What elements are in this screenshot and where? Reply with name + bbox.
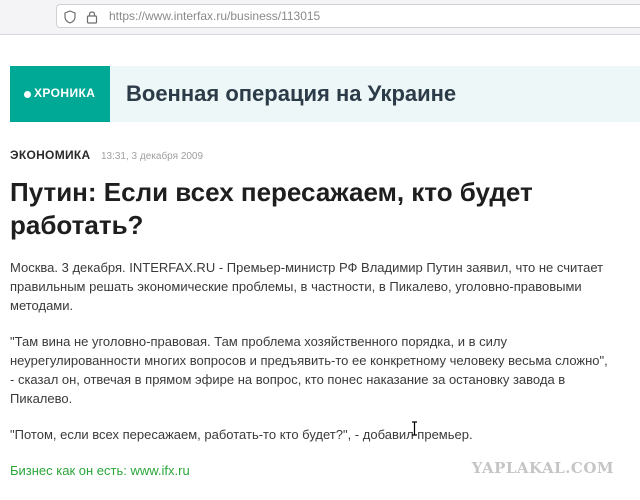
browser-toolbar: https://www.interfax.ru/business/113015 (0, 0, 640, 35)
article-body: Москва. 3 декабря. INTERFAX.RU - Премьер… (10, 258, 610, 480)
chronicle-tag[interactable]: ХРОНИКА (10, 66, 110, 122)
watermark-logo: YAPLAKAL.COM (471, 459, 614, 477)
text-cursor-icon (412, 421, 417, 436)
article-paragraph: "Там вина не уголовно-правовая. Там проб… (10, 334, 608, 406)
article-paragraph: "Потом, если всех пересажаем, работать-т… (10, 427, 473, 442)
shield-icon[interactable] (63, 10, 77, 24)
article-headline: Путин: Если всех пересажаем, кто будет р… (10, 177, 533, 240)
article-date: 13:31, 3 декабря 2009 (100, 151, 204, 162)
live-dot-icon (24, 91, 31, 98)
url-text[interactable]: https://www.interfax.ru/business/113015 (109, 9, 320, 23)
article-paragraph: Москва. 3 декабря. INTERFAX.RU - Премьер… (10, 260, 604, 313)
chronicle-tag-label: ХРОНИКА (34, 86, 96, 100)
chronicle-title[interactable]: Военная операция на Украине (126, 81, 456, 107)
article-meta: ЭКОНОМИКА 13:31, 3 декабря 2009 (10, 146, 203, 164)
footer-link[interactable]: Бизнес как он есть: www.ifx.ru (10, 463, 190, 478)
lock-icon[interactable] (85, 10, 99, 24)
chronicle-banner[interactable]: ХРОНИКА Военная операция на Украине (10, 66, 640, 122)
address-bar[interactable]: https://www.interfax.ru/business/113015 (56, 4, 640, 28)
article-category[interactable]: ЭКОНОМИКА (10, 148, 91, 162)
